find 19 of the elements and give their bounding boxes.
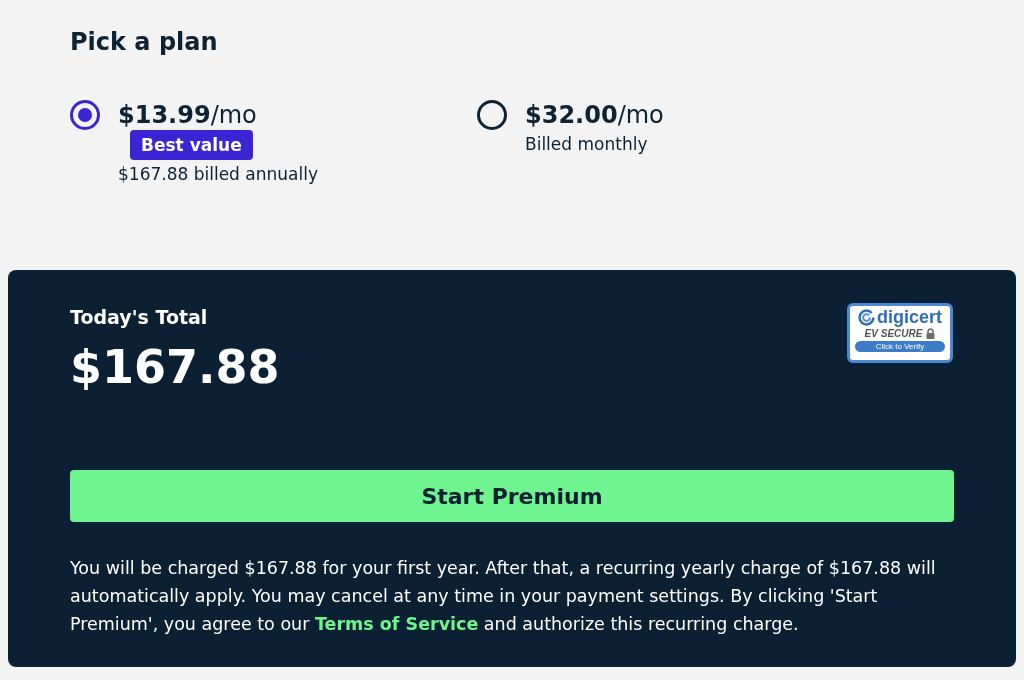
radio-button[interactable] (70, 100, 100, 130)
section-heading: Pick a plan (70, 27, 218, 58)
terms-of-service-link[interactable]: Terms of Service (314, 614, 479, 634)
total-amount: $167.88 (70, 339, 280, 396)
total-label: Today's Total (70, 305, 209, 330)
seal-text: EV SECURE (864, 328, 923, 339)
plan-price: $32.00/mo (525, 100, 664, 130)
padlock-icon (926, 328, 936, 339)
billing-note: $167.88 billed annually (118, 163, 318, 186)
plan-price: $13.99/mo (118, 100, 257, 130)
verify-button[interactable]: Click to Verify (855, 341, 945, 352)
start-premium-button[interactable]: Start Premium (70, 470, 954, 522)
swirl-logo-icon (858, 309, 875, 326)
seal-logo-text: digicert (877, 308, 942, 327)
radio-button[interactable] (477, 100, 507, 130)
best-value-badge: Best value (130, 130, 253, 160)
billing-note: Billed monthly (525, 133, 648, 156)
security-seal[interactable]: digicert EV SECURE Click to Verify (847, 303, 953, 363)
disclaimer-text: You will be charged $167.88 for your first year. After that, a recurring yearly charge of $167.88 will automatically apply. You may cancel at any time in your payment settings. By clicking 'Start Premium', you agree to our Terms of Service and authorize this recurring charge. (70, 557, 937, 636)
